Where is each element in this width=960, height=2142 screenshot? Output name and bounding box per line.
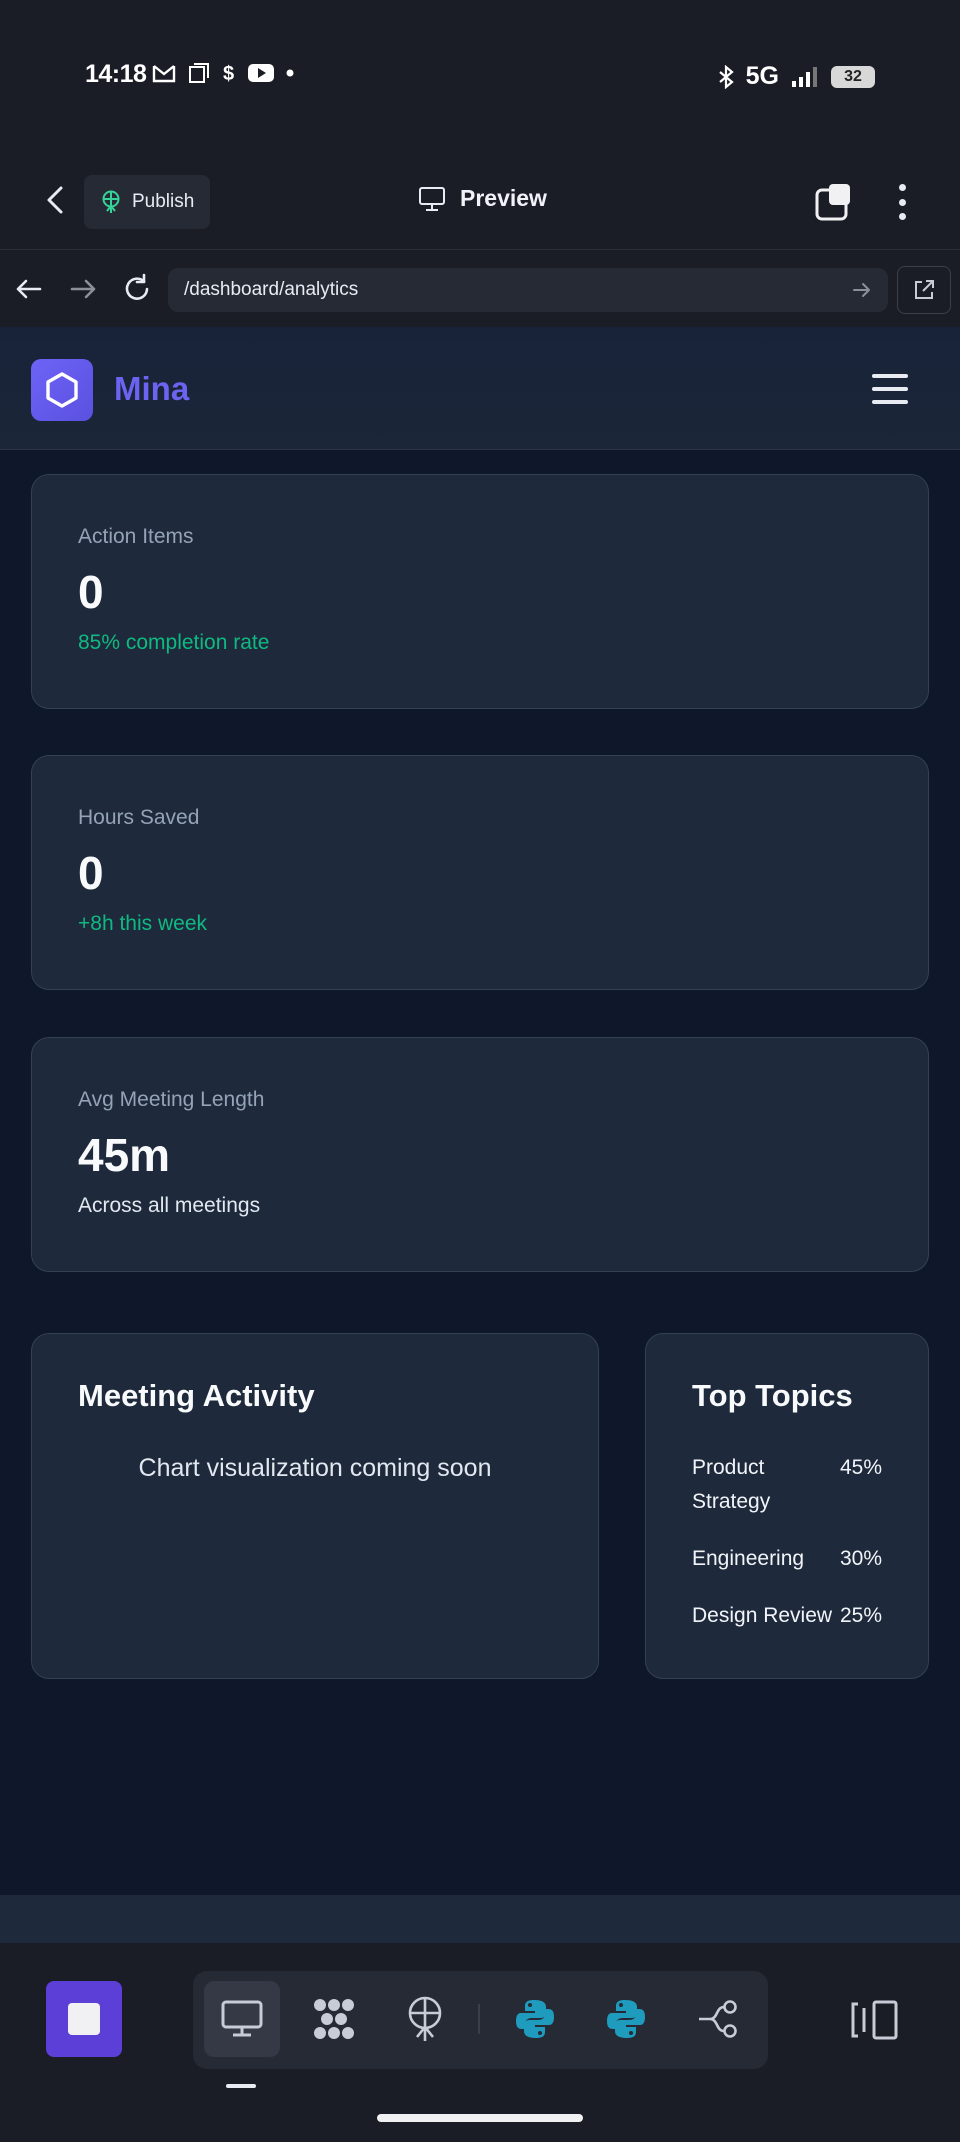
topic-percent: 25% xyxy=(839,1604,882,1627)
notification-icons: $ xyxy=(152,62,294,84)
network-type: 5G xyxy=(745,62,779,90)
python-icon xyxy=(516,2000,554,2038)
dollar-icon: $ xyxy=(223,63,234,84)
copy-icon xyxy=(189,63,209,83)
monitor-icon xyxy=(221,2000,263,2037)
topic-row: Engineering 30% xyxy=(692,1542,882,1576)
side-panel-icon[interactable] xyxy=(850,1998,900,2042)
branch-icon xyxy=(699,2000,737,2038)
stat-card-action-items: Action Items 0 85% completion rate xyxy=(31,474,929,709)
hexagon-icon xyxy=(46,372,78,408)
preview-label: Preview xyxy=(460,185,547,211)
stat-subtext: Across all meetings xyxy=(78,1194,261,1217)
go-arrow-icon[interactable] xyxy=(852,281,872,299)
status-time: 14:18 xyxy=(85,60,147,88)
topic-percent: 30% xyxy=(839,1547,882,1570)
topic-row: Design Review 25% xyxy=(692,1599,882,1633)
stat-label: Hours Saved xyxy=(78,806,200,829)
topic-name: Product Strategy xyxy=(692,1456,771,1513)
meeting-activity-card: Meeting Activity Chart visualization com… xyxy=(31,1333,599,1679)
topic-name: Engineering xyxy=(692,1547,805,1570)
topic-percent: 45% xyxy=(839,1456,882,1479)
stat-subtext: +8h this week xyxy=(78,912,207,935)
tool-python-2[interactable] xyxy=(588,1981,664,2057)
tool-preview[interactable] xyxy=(204,1981,280,2057)
publish-label: Publish xyxy=(132,191,195,212)
stat-label: Action Items xyxy=(78,525,194,548)
bluetooth-icon xyxy=(718,64,734,89)
stat-subtext: 85% completion rate xyxy=(78,631,270,654)
stop-button[interactable] xyxy=(46,1981,122,2057)
battery-icon: 32 xyxy=(831,65,875,88)
top-topics-card: Top Topics Product Strategy 45% Engineer… xyxy=(645,1333,929,1679)
stat-label: Avg Meeting Length xyxy=(78,1088,265,1111)
stat-value: 45m xyxy=(78,1129,171,1181)
toolbar-divider xyxy=(478,2004,480,2034)
tool-grid[interactable] xyxy=(296,1981,372,2057)
stop-icon xyxy=(68,2003,100,2035)
gmail-icon xyxy=(152,65,176,83)
stat-card-avg-meeting-length: Avg Meeting Length 45m Across all meetin… xyxy=(31,1037,929,1272)
dot-icon xyxy=(286,69,294,77)
chart-placeholder: Chart visualization coming soon xyxy=(138,1454,492,1482)
meeting-activity-title: Meeting Activity xyxy=(78,1378,315,1413)
menu-icon[interactable] xyxy=(872,374,908,404)
preview-toggle[interactable]: Preview xyxy=(418,185,547,212)
grid-dots-icon xyxy=(314,1999,354,2039)
topic-row: Product Strategy 45% xyxy=(692,1451,882,1519)
nav-forward-icon[interactable] xyxy=(66,272,100,306)
tool-python-1[interactable] xyxy=(497,1981,573,2057)
status-right: 5G 32 xyxy=(718,62,875,91)
python-icon xyxy=(607,2000,645,2038)
more-options-icon[interactable] xyxy=(890,180,914,224)
active-tool-indicator xyxy=(226,2084,256,2088)
deploy-icon xyxy=(102,190,120,213)
stat-value: 0 xyxy=(78,566,104,618)
tool-branch[interactable] xyxy=(680,1981,756,2057)
topic-name: Design Review xyxy=(692,1604,833,1627)
tabs-icon[interactable] xyxy=(814,182,854,222)
signal-icon xyxy=(792,66,817,87)
svg-text:$: $ xyxy=(223,63,234,84)
top-topics-title: Top Topics xyxy=(692,1378,853,1413)
open-external-button[interactable] xyxy=(897,266,951,314)
page-footer xyxy=(0,1895,960,1943)
logo[interactable] xyxy=(31,359,93,421)
deploy-icon xyxy=(408,1996,442,2041)
home-indicator[interactable] xyxy=(377,2114,583,2122)
reload-icon[interactable] xyxy=(120,272,154,306)
tool-deploy[interactable] xyxy=(387,1981,463,2057)
nav-back-icon[interactable] xyxy=(12,272,46,306)
monitor-icon xyxy=(419,186,445,211)
url-input[interactable]: /dashboard/analytics xyxy=(168,268,888,312)
youtube-icon xyxy=(248,64,274,82)
back-icon[interactable] xyxy=(36,180,76,220)
url-text: /dashboard/analytics xyxy=(184,279,359,300)
brand-name[interactable]: Mina xyxy=(114,370,189,408)
stat-value: 0 xyxy=(78,847,104,899)
external-link-icon xyxy=(915,280,934,299)
publish-button[interactable]: Publish xyxy=(84,175,211,229)
stat-card-hours-saved: Hours Saved 0 +8h this week xyxy=(31,755,929,990)
